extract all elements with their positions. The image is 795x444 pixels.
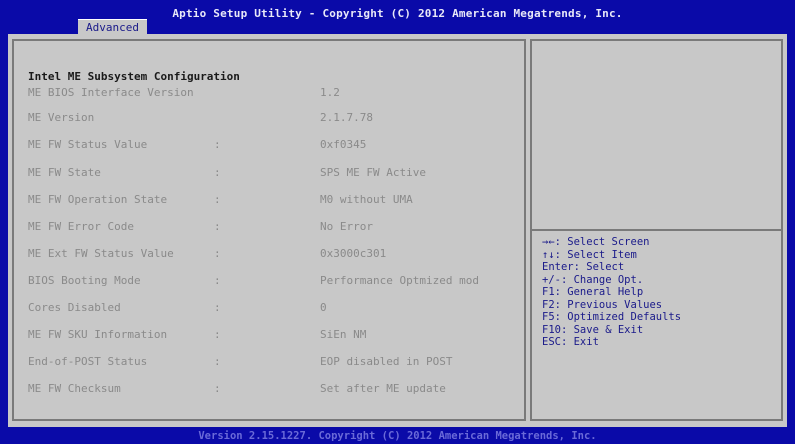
row-label: ME FW Error Code	[28, 220, 134, 233]
row-value: SiEn NM	[320, 328, 367, 341]
row-label: ME FW SKU Information	[28, 328, 168, 341]
tab-advanced[interactable]: Advanced	[78, 19, 147, 35]
row-label: ME FW Operation State	[28, 193, 168, 206]
help-save-exit: F10: Save & Exit	[542, 323, 644, 336]
row-label: ME Ext FW Status Value	[28, 247, 174, 260]
row-value: Set after ME update	[320, 382, 446, 395]
info-row-end-of-post-status: End-of-POST Status : EOP disabled in POS…	[14, 355, 524, 369]
row-value: M0 without UMA	[320, 193, 413, 206]
info-row-fw-sku-information: ME FW SKU Information : SiEn NM	[14, 328, 524, 342]
row-colon: :	[214, 220, 221, 233]
info-row-me-version: ME Version 2.1.7.78	[14, 111, 524, 125]
row-colon: :	[214, 355, 221, 368]
row-label: End-of-POST Status	[28, 355, 148, 368]
row-value: 1.2	[320, 86, 340, 99]
row-colon: :	[214, 193, 221, 206]
help-select-screen: →←: Select Screen	[542, 236, 650, 248]
info-row-bios-interface-version: ME BIOS Interface Version 1.2	[14, 86, 524, 100]
row-label: ME Version	[28, 111, 95, 124]
help-general-help: F1: General Help	[542, 286, 644, 298]
version-footer: Version 2.15.1227. Copyright (C) 2012 Am…	[198, 430, 597, 442]
row-colon: :	[214, 247, 221, 260]
row-value: 0x3000c301	[320, 247, 387, 260]
row-label: BIOS Booting Mode	[28, 274, 141, 287]
row-label: ME BIOS Interface Version	[28, 86, 194, 99]
help-select-item: ↑↓: Select Item	[542, 248, 637, 261]
info-row-ext-fw-status-value: ME Ext FW Status Value : 0x3000c301	[14, 247, 524, 261]
row-colon: :	[214, 166, 221, 179]
help-pane: →←: Select Screen ↑↓: Select Item Enter:…	[530, 39, 783, 421]
info-row-fw-status-value: ME FW Status Value : 0xf0345	[14, 138, 524, 152]
row-colon: :	[214, 328, 221, 341]
row-value: No Error	[320, 220, 373, 233]
row-colon: :	[214, 301, 221, 314]
row-colon: :	[214, 138, 221, 151]
info-row-fw-state: ME FW State : SPS ME FW Active	[14, 166, 524, 180]
row-colon: :	[214, 274, 221, 287]
info-row-fw-error-code: ME FW Error Code : No Error	[14, 220, 524, 234]
info-row-fw-checksum: ME FW Checksum : Set after ME update	[14, 382, 524, 396]
help-change-opt: +/-: Change Opt.	[542, 273, 644, 286]
help-previous-values: F2: Previous Values	[542, 298, 663, 311]
row-value: EOP disabled in POST	[320, 355, 453, 368]
row-value: SPS ME FW Active	[320, 166, 426, 179]
row-colon: :	[214, 382, 221, 395]
row-value: 2.1.7.78	[320, 111, 373, 124]
help-enter-select: Enter: Select	[542, 261, 625, 273]
row-value: 0xf0345	[320, 138, 367, 151]
info-row-cores-disabled: Cores Disabled : 0	[14, 301, 524, 315]
row-label: Cores Disabled	[28, 301, 121, 314]
row-value: Performance Optmized mod	[320, 274, 479, 287]
main-panel: Intel ME Subsystem Configuration ME BIOS…	[8, 34, 787, 427]
section-title: Intel ME Subsystem Configuration	[28, 70, 240, 83]
info-row-bios-booting-mode: BIOS Booting Mode : Performance Optmized…	[14, 274, 524, 288]
info-row-fw-operation-state: ME FW Operation State : M0 without UMA	[14, 193, 524, 207]
title-bar: Aptio Setup Utility - Copyright (C) 2012…	[0, 0, 795, 35]
help-esc-exit: ESC: Exit	[542, 336, 599, 348]
row-label: ME FW State	[28, 166, 101, 179]
row-value: 0	[320, 301, 327, 314]
key-help-list: →←: Select Screen ↑↓: Select Item Enter:…	[542, 236, 681, 349]
row-label: ME FW Checksum	[28, 382, 121, 395]
settings-pane: Intel ME Subsystem Configuration ME BIOS…	[12, 39, 526, 421]
row-label: ME FW Status Value	[28, 138, 148, 151]
help-divider	[532, 229, 781, 231]
help-optimized-defaults: F5: Optimized Defaults	[542, 311, 682, 323]
